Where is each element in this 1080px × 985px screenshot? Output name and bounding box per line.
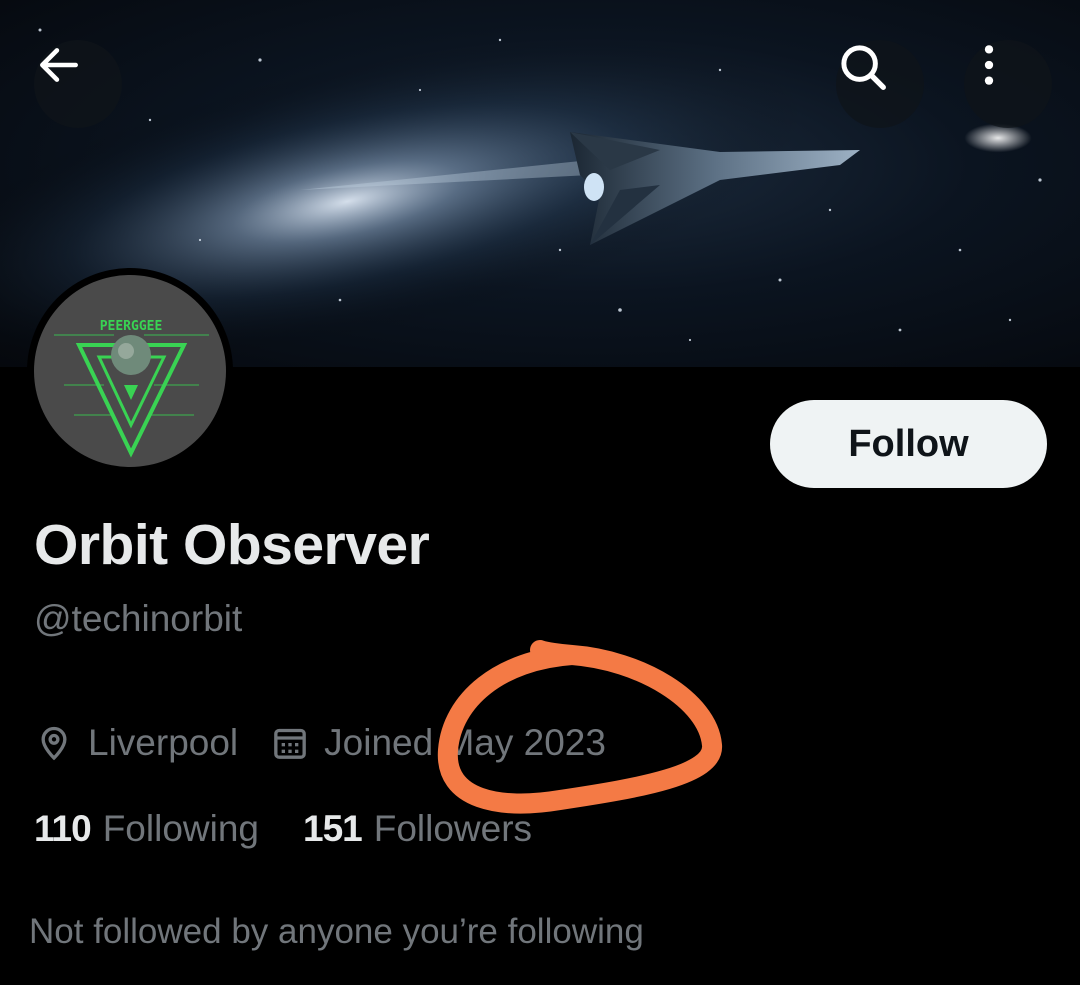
profile-meta: Liverpool Joined May 2023 bbox=[34, 718, 606, 768]
followers-label: Followers bbox=[373, 808, 533, 849]
arrow-left-icon bbox=[40, 48, 78, 82]
location-pin-icon bbox=[34, 723, 74, 763]
user-handle: @techinorbit bbox=[34, 598, 243, 639]
follow-button[interactable]: Follow bbox=[770, 400, 1047, 488]
followers-count: 151 bbox=[303, 808, 363, 849]
display-name: Orbit Observer bbox=[34, 513, 430, 577]
search-button[interactable] bbox=[836, 40, 924, 128]
avatar-logo-text: PEERGGEE bbox=[100, 319, 163, 334]
avatar-logo: PEERGGEE bbox=[54, 319, 209, 458]
back-button[interactable] bbox=[34, 40, 122, 128]
follow-stats: 110 Following 151 Followers bbox=[34, 804, 532, 854]
joined-date-text: Joined May 2023 bbox=[324, 722, 606, 763]
joined-item: Joined May 2023 bbox=[270, 722, 606, 764]
search-icon bbox=[841, 45, 886, 90]
avatar-image: PEERGGEE bbox=[34, 275, 226, 467]
more-options-button[interactable] bbox=[964, 40, 1052, 128]
location-text: Liverpool bbox=[88, 722, 239, 763]
following-stat[interactable]: 110 Following bbox=[34, 808, 259, 850]
mutual-followers-note: Not followed by anyone you’re following bbox=[29, 912, 644, 951]
followers-stat[interactable]: 151 Followers bbox=[303, 808, 532, 850]
following-count: 110 bbox=[34, 808, 92, 849]
location-item: Liverpool bbox=[34, 722, 238, 764]
calendar-icon bbox=[270, 723, 310, 763]
following-label: Following bbox=[102, 808, 259, 849]
more-vertical-icon bbox=[984, 45, 994, 85]
avatar[interactable]: PEERGGEE bbox=[27, 268, 233, 474]
